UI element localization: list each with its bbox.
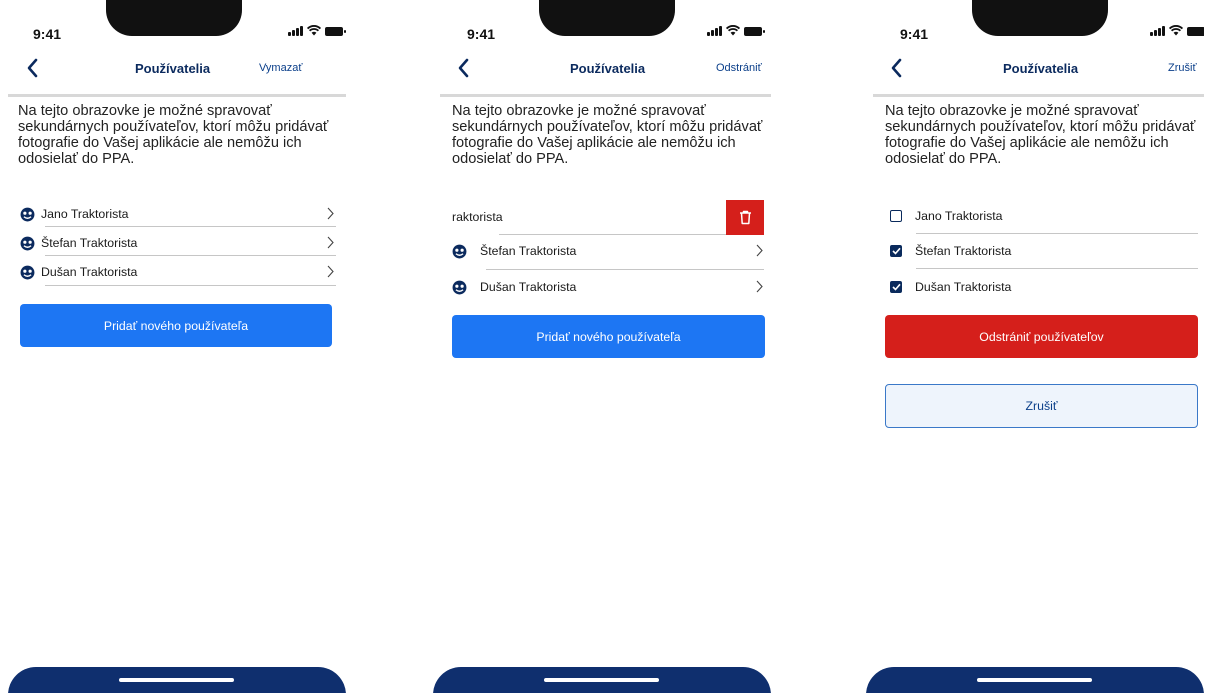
- add-user-button[interactable]: Pridať nového používateľa: [20, 304, 332, 347]
- check-icon: [891, 283, 901, 291]
- user-row-jano[interactable]: Jano Traktorista: [20, 204, 335, 224]
- nav-divider: [440, 94, 771, 97]
- chevron-right-icon: [756, 280, 763, 293]
- battery-icon: [743, 27, 765, 36]
- user-row-dusan[interactable]: Dušan Traktorista: [20, 262, 335, 282]
- cancel-button[interactable]: Zrušiť: [885, 384, 1198, 428]
- screen-users-list: 9:41 Používatelia Vymazať Na tejto obraz…: [8, 0, 346, 693]
- user-row-stefan[interactable]: Štefan Traktorista: [452, 241, 764, 261]
- screen-multi-select: 9:41 Používatelia Zrušiť Na tejto obrazo…: [866, 0, 1204, 693]
- bottom-bar: [433, 667, 771, 693]
- remove-users-button[interactable]: Odstrániť používateľov: [885, 315, 1198, 358]
- delete-user-button[interactable]: [726, 200, 764, 235]
- user-row-stefan[interactable]: Štefan Traktorista: [20, 233, 335, 253]
- user-avatar-icon: [20, 236, 35, 250]
- user-select-row-stefan[interactable]: Štefan Traktorista: [890, 241, 1190, 261]
- row-divider: [45, 226, 336, 227]
- home-indicator[interactable]: [544, 678, 659, 682]
- user-avatar-icon: [20, 265, 35, 279]
- add-user-button[interactable]: Pridať nového používateľa: [452, 315, 765, 358]
- bottom-bar: [8, 667, 346, 693]
- user-name: Jano Traktorista: [41, 207, 129, 221]
- user-name: Štefan Traktorista: [480, 244, 577, 258]
- chevron-right-icon: [756, 244, 763, 257]
- status-icons: [707, 25, 765, 36]
- user-avatar-icon: [452, 244, 467, 258]
- status-time: 9:41: [467, 26, 496, 42]
- nav-bar: Používatelia Zrušiť: [866, 55, 1204, 95]
- remove-button[interactable]: Odstrániť: [716, 62, 762, 74]
- delete-mode-button[interactable]: Vymazať: [259, 62, 302, 74]
- row-divider: [45, 255, 336, 256]
- back-chevron-icon[interactable]: [457, 57, 471, 79]
- page-title: Používatelia: [135, 61, 211, 76]
- row-divider: [486, 269, 764, 270]
- user-name: Dušan Traktorista: [480, 280, 577, 294]
- user-name: Štefan Traktorista: [915, 244, 1012, 258]
- checkbox-stefan[interactable]: [890, 245, 902, 257]
- wifi-icon: [725, 25, 740, 36]
- user-name: Dušan Traktorista: [915, 280, 1012, 294]
- row-divider: [916, 268, 1198, 269]
- notch: [539, 0, 675, 36]
- status-time: 9:41: [900, 26, 929, 42]
- row-divider: [916, 233, 1198, 234]
- description-text: Na tejto obrazovke je možné spravovať se…: [452, 103, 763, 167]
- back-chevron-icon[interactable]: [26, 57, 40, 79]
- checkbox-jano[interactable]: [890, 210, 902, 222]
- row-divider: [499, 234, 726, 235]
- wifi-icon: [306, 25, 321, 36]
- back-chevron-icon[interactable]: [890, 57, 904, 79]
- screen-swipe-delete: 9:41 Používatelia Odstrániť Na tejto obr…: [433, 0, 771, 693]
- user-row-dusan[interactable]: Dušan Traktorista: [452, 277, 764, 297]
- notch: [972, 0, 1108, 36]
- signal-icon: [288, 26, 303, 36]
- page-title: Používatelia: [570, 61, 646, 76]
- nav-divider: [873, 94, 1204, 97]
- chevron-right-icon: [327, 265, 334, 278]
- home-indicator[interactable]: [977, 678, 1092, 682]
- user-avatar-icon: [20, 207, 35, 221]
- nav-bar: Používatelia Vymazať: [8, 55, 346, 95]
- check-icon: [891, 247, 901, 255]
- trash-icon: [739, 210, 751, 225]
- chevron-right-icon: [327, 207, 334, 220]
- checkbox-dusan[interactable]: [890, 281, 902, 293]
- user-row-swiped[interactable]: raktorista: [452, 204, 727, 230]
- status-time: 9:41: [33, 26, 62, 42]
- page-title: Používatelia: [1003, 61, 1079, 76]
- status-icons: [288, 25, 346, 36]
- wifi-icon: [1168, 25, 1183, 36]
- notch: [106, 0, 242, 36]
- signal-icon: [707, 26, 722, 36]
- nav-bar: Používatelia Odstrániť: [433, 55, 771, 95]
- battery-icon: [1186, 27, 1204, 36]
- bottom-bar: [866, 667, 1204, 693]
- status-icons: [1150, 25, 1204, 36]
- home-indicator[interactable]: [119, 678, 234, 682]
- description-text: Na tejto obrazovke je možné spravovať se…: [18, 103, 329, 167]
- user-select-row-jano[interactable]: Jano Traktorista: [890, 206, 1190, 226]
- nav-divider: [8, 94, 346, 97]
- user-avatar-icon: [452, 280, 467, 294]
- cancel-nav-button[interactable]: Zrušiť: [1168, 62, 1197, 74]
- user-name: Štefan Traktorista: [41, 236, 138, 250]
- signal-icon: [1150, 26, 1165, 36]
- user-name: Jano Traktorista: [915, 209, 1003, 223]
- user-select-row-dusan[interactable]: Dušan Traktorista: [890, 277, 1190, 297]
- user-name: raktorista: [452, 210, 503, 224]
- chevron-right-icon: [327, 236, 334, 249]
- battery-icon: [324, 27, 346, 36]
- user-name: Dušan Traktorista: [41, 265, 138, 279]
- row-divider: [45, 285, 336, 286]
- description-text: Na tejto obrazovke je možné spravovať se…: [885, 103, 1196, 167]
